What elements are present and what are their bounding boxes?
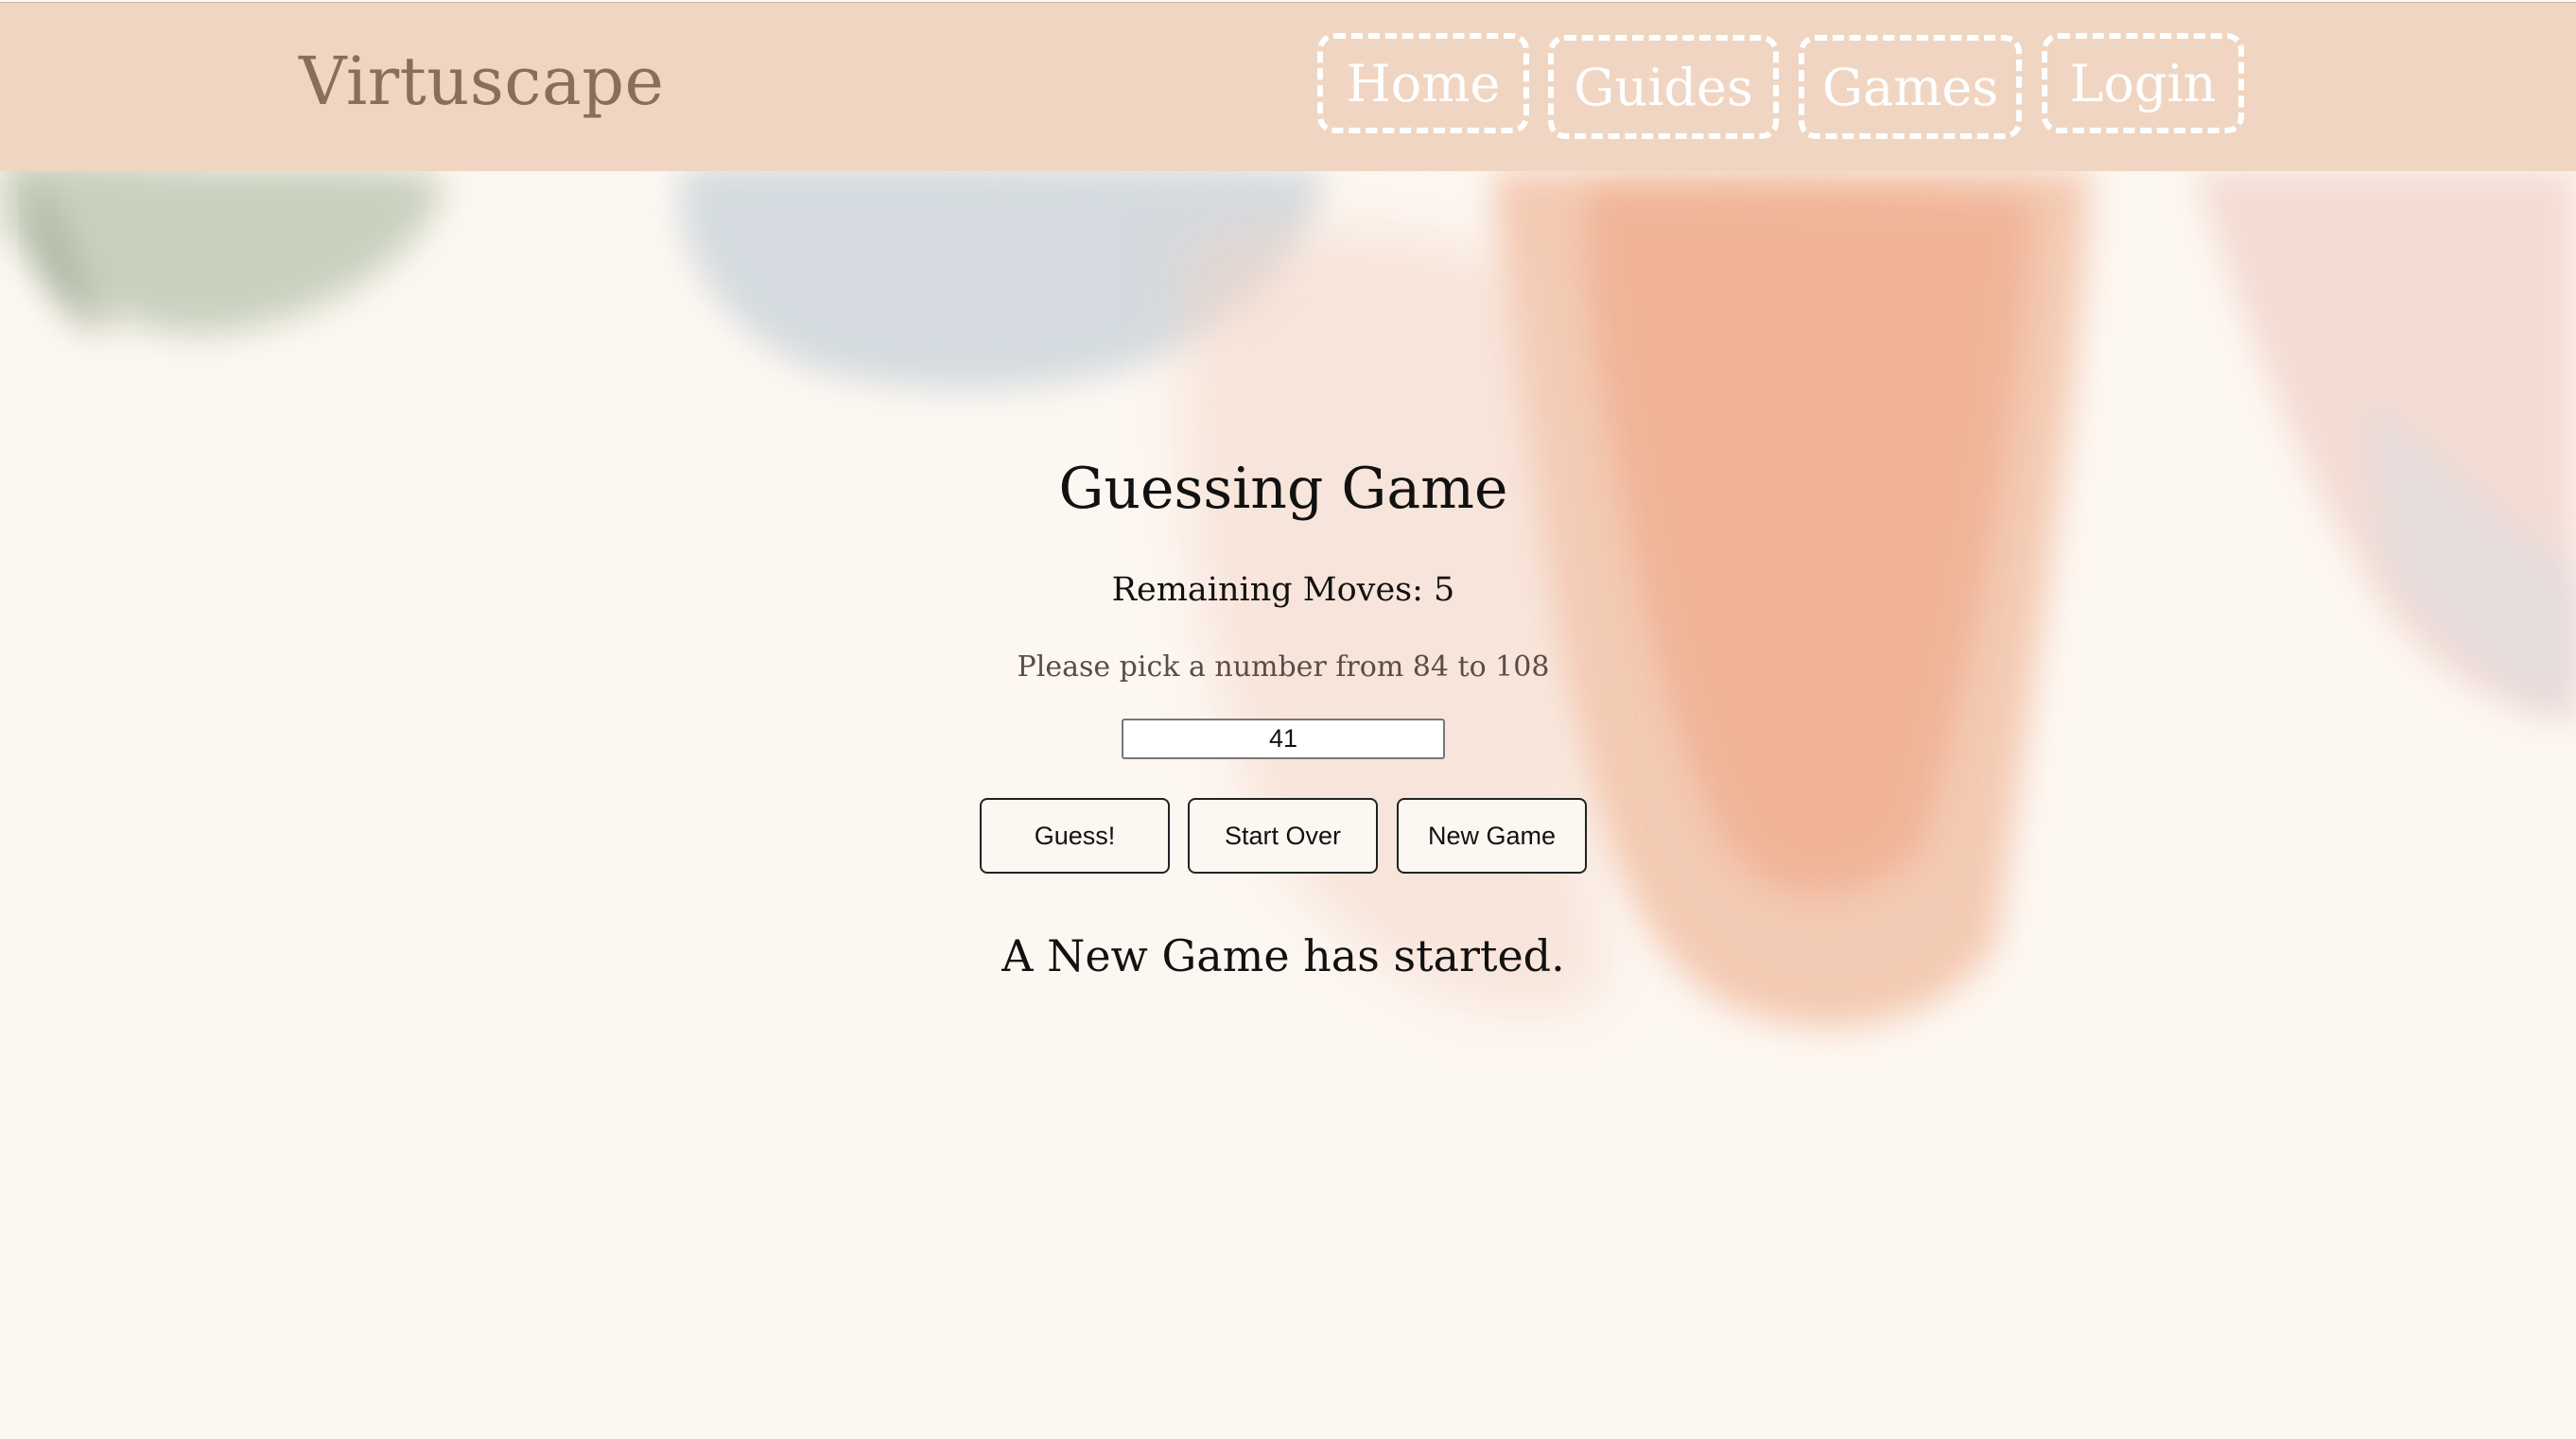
game-status-message: A New Game has started. <box>1001 930 1565 981</box>
game-container: Guessing Game Remaining Moves: 5 Please … <box>0 0 2576 1439</box>
guess-prompt: Please pick a number from 84 to 108 <box>1017 650 1550 684</box>
nav-home-button[interactable]: Home <box>1317 33 1529 133</box>
nav-login-button[interactable]: Login <box>2042 33 2244 133</box>
game-title: Guessing Game <box>1058 456 1508 522</box>
start-over-button[interactable]: Start Over <box>1188 798 1378 874</box>
remaining-moves: Remaining Moves: 5 <box>1111 571 1455 609</box>
new-game-button[interactable]: New Game <box>1397 798 1587 874</box>
guess-input[interactable] <box>1122 719 1445 759</box>
site-header: Virtuscape Home Guides Games Login <box>0 2 2576 171</box>
guess-button[interactable]: Guess! <box>980 798 1170 874</box>
site-logo[interactable]: Virtuscape <box>299 43 664 120</box>
nav-games-button[interactable]: Games <box>1799 35 2022 139</box>
nav-guides-button[interactable]: Guides <box>1548 35 1779 139</box>
